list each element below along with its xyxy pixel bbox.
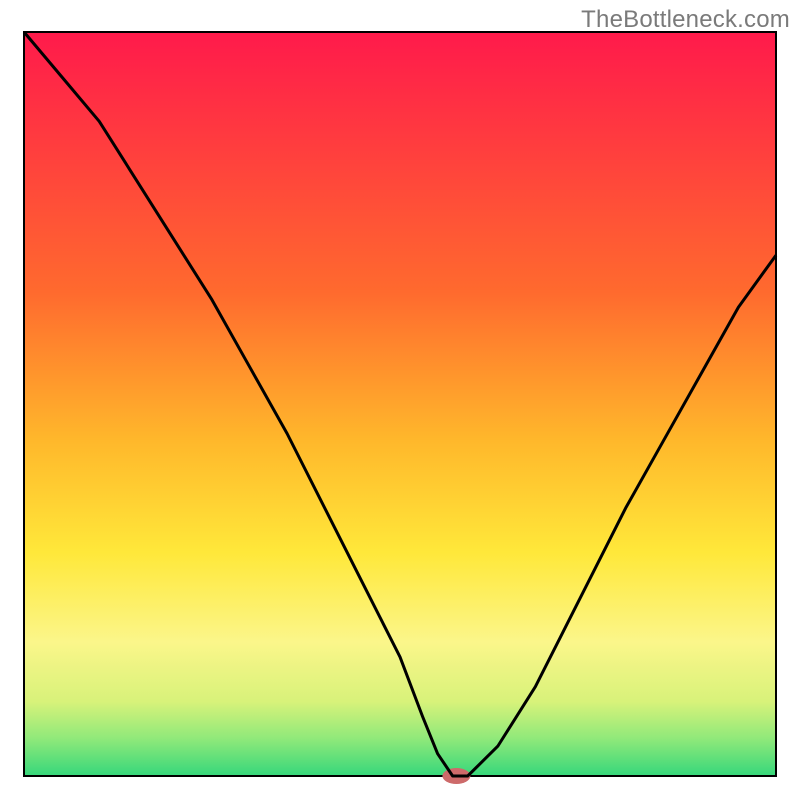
plot-background bbox=[24, 32, 776, 776]
watermark-text: TheBottleneck.com bbox=[581, 6, 790, 34]
bottleneck-chart bbox=[0, 0, 800, 800]
chart-container: TheBottleneck.com bbox=[0, 0, 800, 800]
